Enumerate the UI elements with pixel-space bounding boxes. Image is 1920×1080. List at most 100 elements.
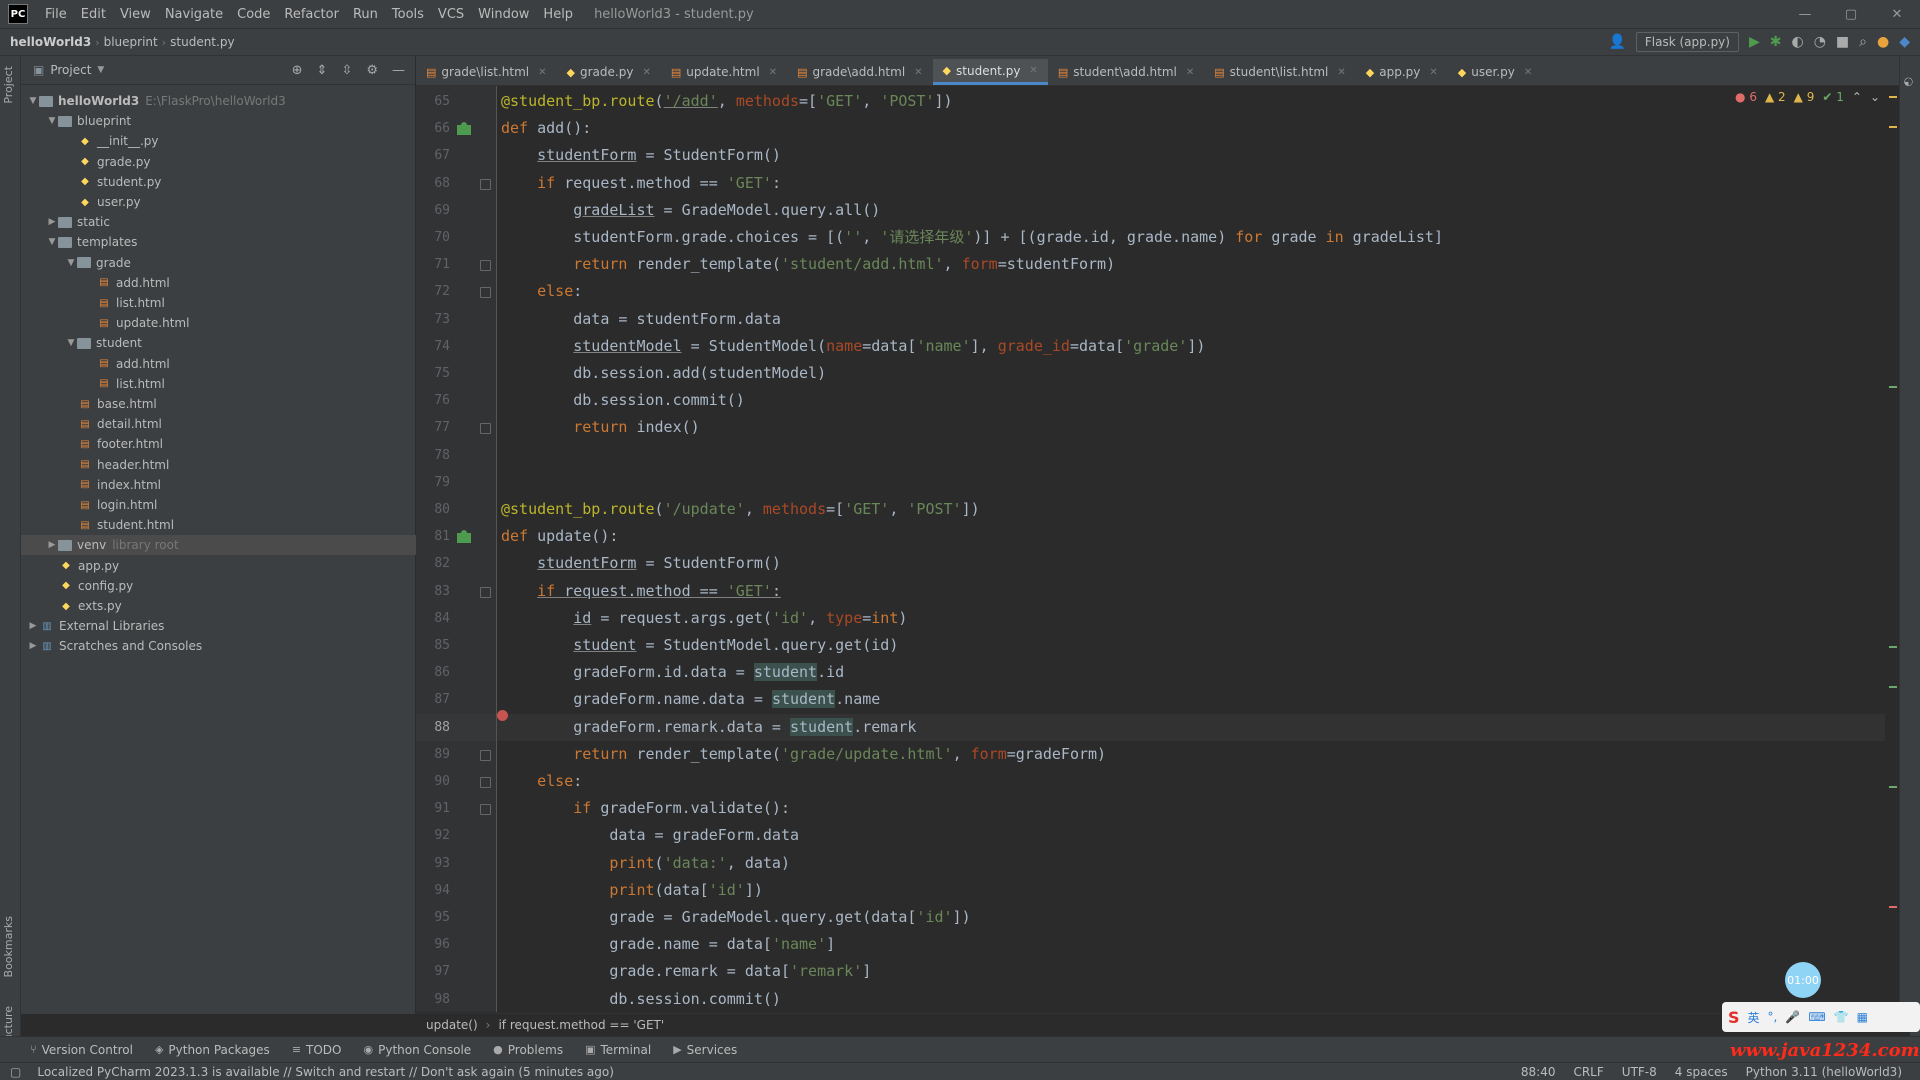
file-encoding[interactable]: UTF-8 <box>1622 1065 1657 1079</box>
close-tab-icon[interactable]: ✕ <box>1337 67 1345 78</box>
code-line[interactable]: grade.remark = data['remark'] <box>501 958 871 985</box>
code-line[interactable]: data = gradeForm.data <box>501 822 799 849</box>
code-line[interactable]: if request.method == 'GET': <box>501 578 781 605</box>
tree-item[interactable]: ▤ login.html <box>21 495 459 515</box>
code-line[interactable]: id = request.args.get('id', type=int) <box>501 605 907 632</box>
tool-tab-services[interactable]: ▶ Services <box>673 1043 737 1057</box>
tool-tab-terminal[interactable]: ▣ Terminal <box>585 1043 651 1057</box>
stripe-mark[interactable] <box>1889 386 1897 388</box>
tree-item[interactable]: ▶ ▥ External Libraries <box>21 616 421 636</box>
route-gutter-icon[interactable] <box>456 529 471 544</box>
line-number[interactable]: 95 <box>416 904 450 931</box>
stripe-mark[interactable] <box>1889 646 1897 648</box>
tree-item[interactable]: ▼ templates <box>21 232 440 252</box>
indent-setting[interactable]: 4 spaces <box>1675 1065 1728 1079</box>
tree-item[interactable]: ▤ base.html <box>21 394 459 414</box>
update-icon[interactable]: ● <box>1877 34 1889 50</box>
menu-vcs[interactable]: VCS <box>431 7 471 22</box>
editor-tab[interactable]: ▤ student\list.html ✕ <box>1204 59 1356 85</box>
nav-crumb-folder[interactable]: blueprint <box>100 35 162 49</box>
tree-item[interactable]: ▶ static <box>21 212 440 232</box>
tree-item[interactable]: ▼ grade <box>21 253 459 273</box>
jetbrains-icon[interactable]: ◆ <box>1899 34 1910 50</box>
line-number[interactable]: 93 <box>416 850 450 877</box>
line-number[interactable]: 65 <box>416 88 450 115</box>
stripe-mark[interactable] <box>1889 126 1897 128</box>
tree-item[interactable]: ▶ ▥ Scratches and Consoles <box>21 636 421 656</box>
tree-item[interactable]: ▤ detail.html <box>21 414 459 434</box>
keyboard-icon[interactable]: ⌨ <box>1808 1010 1825 1024</box>
breadcrumb-condition[interactable]: if request.method == 'GET' <box>498 1018 664 1032</box>
menu-navigate[interactable]: Navigate <box>158 7 230 22</box>
code-line[interactable]: db.session.commit() <box>501 387 745 414</box>
line-number[interactable]: 97 <box>416 958 450 985</box>
notifications-icon[interactable]: ◔ <box>1902 76 1915 89</box>
tree-item[interactable]: ▼ student <box>21 333 459 353</box>
line-number[interactable]: 89 <box>416 741 450 768</box>
code-editor[interactable]: @student_bp.route('/add', methods=['GET'… <box>497 86 1885 1012</box>
menu-code[interactable]: Code <box>230 7 277 22</box>
editor-tab[interactable]: ▤ student\add.html ✕ <box>1048 59 1204 85</box>
code-line[interactable]: def add(): <box>501 115 591 142</box>
ime-logo-icon[interactable]: S <box>1728 1008 1740 1027</box>
line-number[interactable]: 78 <box>416 442 450 469</box>
code-line[interactable]: if gradeForm.validate(): <box>501 795 790 822</box>
menu-edit[interactable]: Edit <box>74 7 113 22</box>
menu-run[interactable]: Run <box>346 7 385 22</box>
line-number[interactable]: 69 <box>416 197 450 224</box>
line-number[interactable]: 90 <box>416 768 450 795</box>
stripe-mark[interactable] <box>1889 906 1897 908</box>
run-icon[interactable]: ▶ <box>1749 34 1760 50</box>
code-line[interactable]: gradeForm.id.data = student.id <box>501 659 844 686</box>
fold-icon[interactable] <box>480 586 491 598</box>
hide-icon[interactable]: — <box>392 63 405 78</box>
code-line[interactable]: grade = GradeModel.query.get(data['id']) <box>501 904 970 931</box>
line-number[interactable]: 81 <box>416 523 450 550</box>
tree-item[interactable]: ▤ header.html <box>21 455 459 475</box>
run-config-selector[interactable]: Flask (app.py) <box>1635 32 1739 52</box>
microphone-icon[interactable]: 🎤 <box>1785 1010 1800 1024</box>
chevron-down-icon[interactable]: ▼ <box>97 65 104 75</box>
caret-position[interactable]: 88:40 <box>1521 1065 1556 1079</box>
code-line[interactable]: grade.name = data['name'] <box>501 931 835 958</box>
menu-window[interactable]: Window <box>471 7 536 22</box>
close-window-button[interactable]: ✕ <box>1874 7 1920 22</box>
code-line[interactable]: return render_template('grade/update.htm… <box>501 741 1106 768</box>
stripe-mark[interactable] <box>1889 686 1897 688</box>
weak-warning-count[interactable]: ▲ 9 <box>1794 90 1815 104</box>
tree-item[interactable]: ◆ config.py <box>21 576 440 596</box>
line-number[interactable]: 74 <box>416 333 450 360</box>
tree-item[interactable]: ▤ list.html <box>21 293 478 313</box>
tree-item[interactable]: ◆ grade.py <box>21 152 459 172</box>
line-number[interactable]: 68 <box>416 170 450 197</box>
code-line[interactable]: db.session.commit() <box>501 986 781 1013</box>
code-line[interactable]: if request.method == 'GET': <box>501 170 781 197</box>
line-number[interactable]: 71 <box>416 251 450 278</box>
line-number[interactable]: 88 <box>416 714 450 741</box>
code-line[interactable]: else: <box>501 278 582 305</box>
code-line[interactable]: else: <box>501 768 582 795</box>
code-line[interactable]: studentModel = StudentModel(name=data['n… <box>501 333 1205 360</box>
line-number[interactable]: 80 <box>416 496 450 523</box>
tree-item[interactable]: ▼ helloWorld3 E:\FlaskPro\helloWorld3 <box>21 91 421 111</box>
status-toggle-icon[interactable]: ▢ <box>10 1065 21 1079</box>
close-tab-icon[interactable]: ✕ <box>1029 65 1037 76</box>
close-tab-icon[interactable]: ✕ <box>914 67 922 78</box>
tree-item[interactable]: ◆ exts.py <box>21 596 440 616</box>
tree-item[interactable]: ▤ student.html <box>21 515 459 535</box>
chevron-down-icon[interactable]: ▼ <box>27 96 39 106</box>
tree-item[interactable]: ▼ blueprint <box>21 111 440 131</box>
minimize-button[interactable]: — <box>1782 7 1828 22</box>
code-line[interactable]: @student_bp.route('/add', methods=['GET'… <box>501 88 953 115</box>
line-number[interactable]: 79 <box>416 469 450 496</box>
line-separator[interactable]: CRLF <box>1573 1065 1603 1079</box>
line-number[interactable]: 96 <box>416 931 450 958</box>
error-stripe-scrollbar[interactable] <box>1885 86 1900 1012</box>
tree-item[interactable]: ◆ student.py <box>21 172 459 192</box>
close-tab-icon[interactable]: ✕ <box>1186 67 1194 78</box>
ime-toolbar[interactable]: S 英 °, 🎤 ⌨ 👕 ▦ <box>1722 1002 1920 1032</box>
project-view-selector[interactable]: Project <box>50 63 91 77</box>
fold-icon[interactable] <box>480 178 491 190</box>
chevron-right-icon[interactable]: ▶ <box>46 540 58 550</box>
chevron-right-icon[interactable]: ▶ <box>27 641 39 651</box>
